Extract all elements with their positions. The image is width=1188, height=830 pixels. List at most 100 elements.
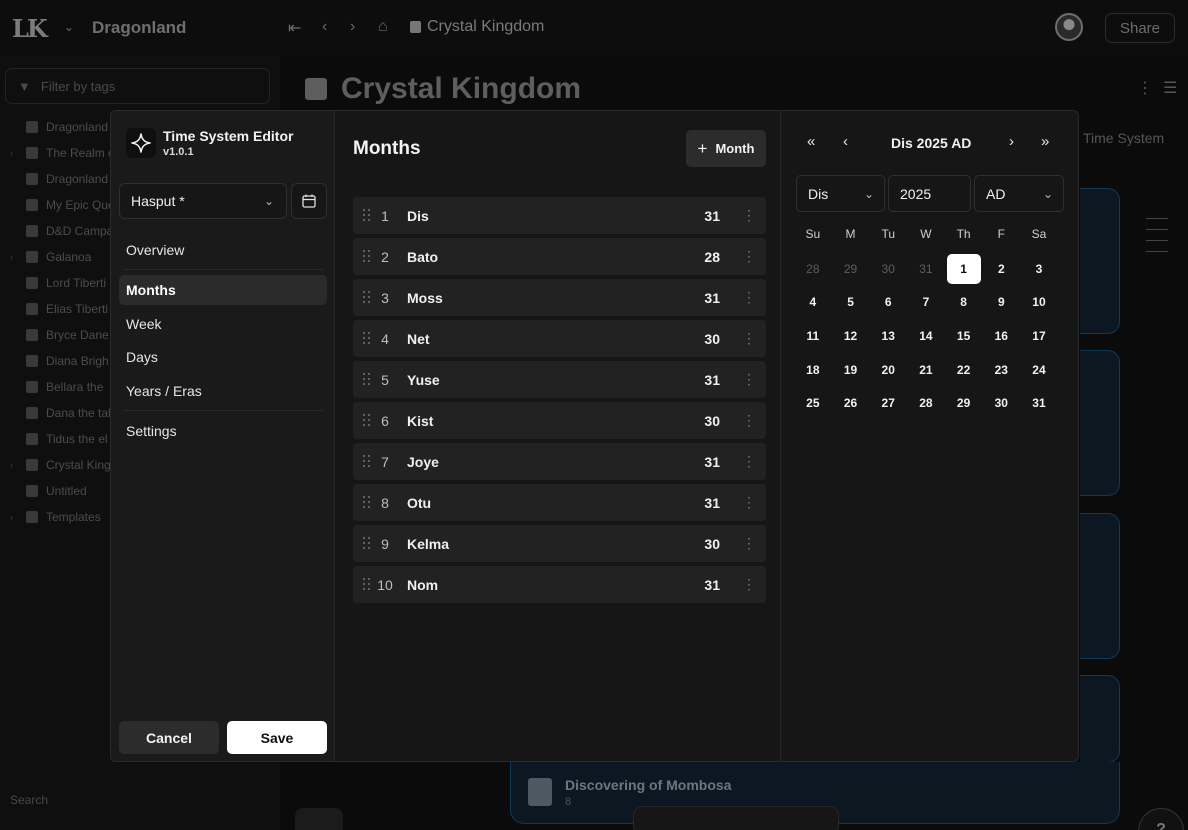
more-options-icon[interactable]: ⋮ [742,248,756,265]
calendar-day[interactable]: 9 [982,287,1020,317]
calendar-day[interactable]: 19 [832,355,870,385]
drag-handle-icon[interactable] [363,291,371,304]
filter-by-tags-input[interactable]: ▼ Filter by tags [5,68,270,104]
back-icon[interactable]: ‹ [322,18,327,36]
month-row[interactable]: 7 Joye 31 ⋮ [353,443,766,480]
forward-icon[interactable]: › [350,18,355,36]
chevron-right-icon[interactable]: › [10,460,13,470]
drag-handle-icon[interactable] [363,537,371,550]
month-row[interactable]: 1 Dis 31 ⋮ [353,197,766,234]
month-row[interactable]: 6 Kist 30 ⋮ [353,402,766,439]
collapse-sidebar-icon[interactable]: ⇤ [288,18,301,38]
more-options-icon[interactable]: ⋮ [1137,78,1153,98]
more-options-icon[interactable]: ⋮ [742,330,756,347]
calendar-day[interactable]: 17 [1020,321,1058,351]
drag-handle-icon[interactable] [363,496,371,509]
month-row[interactable]: 4 Net 30 ⋮ [353,320,766,357]
calendar-day[interactable]: 28 [794,254,832,284]
month-row[interactable]: 10 Nom 31 ⋮ [353,566,766,603]
calendar-day[interactable]: 29 [945,388,983,418]
month-row[interactable]: 2 Bato 28 ⋮ [353,238,766,275]
tab-time-system[interactable]: Time System [1083,130,1164,146]
chevron-right-icon[interactable]: › [10,148,13,158]
more-options-icon[interactable]: ⋮ [742,494,756,511]
calendar-day[interactable]: 30 [982,388,1020,418]
calendar-day[interactable]: 14 [907,321,945,351]
month-row[interactable]: 9 Kelma 30 ⋮ [353,525,766,562]
calendar-day[interactable]: 7 [907,287,945,317]
calendar-day[interactable]: 5 [832,287,870,317]
calendar-day[interactable]: 12 [832,321,870,351]
calendar-day[interactable]: 30 [869,254,907,284]
avatar[interactable] [1055,13,1083,41]
calendar-day[interactable]: 3 [1020,254,1058,284]
save-button[interactable]: Save [227,721,327,754]
calendar-day[interactable]: 31 [1020,388,1058,418]
chevron-right-icon[interactable]: › [10,512,13,522]
nav-week[interactable]: Week [119,309,327,339]
calendar-day[interactable]: 11 [794,321,832,351]
nav-overview[interactable]: Overview [119,235,327,265]
calendar-day[interactable]: 16 [982,321,1020,351]
menu-icon[interactable]: ☰ [1163,78,1177,98]
background-toolbar[interactable] [633,806,839,830]
more-options-icon[interactable]: ⋮ [742,412,756,429]
nav-settings[interactable]: Settings [119,416,327,446]
calendar-day[interactable]: 2 [982,254,1020,284]
more-options-icon[interactable]: ⋮ [742,453,756,470]
month-row[interactable]: 8 Otu 31 ⋮ [353,484,766,521]
drag-handle-icon[interactable] [363,250,371,263]
month-row[interactable]: 5 Yuse 31 ⋮ [353,361,766,398]
workspace-name[interactable]: Dragonland [92,18,186,38]
calendar-day[interactable]: 27 [869,388,907,418]
next-month-icon[interactable]: › [1009,133,1014,150]
cancel-button[interactable]: Cancel [119,721,219,754]
drag-handle-icon[interactable] [363,373,371,386]
drag-handle-icon[interactable] [363,332,371,345]
help-button[interactable]: ? [1138,808,1184,830]
calendar-day[interactable]: 20 [869,355,907,385]
more-options-icon[interactable]: ⋮ [742,289,756,306]
calendar-day[interactable]: 22 [945,355,983,385]
era-select[interactable]: AD ⌄ [974,175,1064,212]
home-icon[interactable]: ⌂ [378,18,388,36]
chevron-down-icon[interactable]: ⌄ [64,20,74,34]
drag-handle-icon[interactable] [363,209,371,222]
year-input[interactable]: 2025 [888,175,971,212]
calendar-day[interactable]: 8 [945,287,983,317]
search-label[interactable]: Search [10,793,48,807]
calendar-day[interactable]: 18 [794,355,832,385]
calendar-day[interactable]: 4 [794,287,832,317]
drag-handle-icon[interactable] [363,578,371,591]
previous-month-icon[interactable]: ‹ [843,133,848,150]
drag-handle-icon[interactable] [363,414,371,427]
share-button[interactable]: Share [1105,13,1175,43]
calendar-day[interactable]: 24 [1020,355,1058,385]
calendar-day[interactable]: 26 [832,388,870,418]
add-month-button[interactable]: + Month [686,130,766,167]
more-options-icon[interactable]: ⋮ [742,576,756,593]
chevron-right-icon[interactable]: › [10,252,13,262]
calendar-day[interactable]: 28 [907,388,945,418]
calendar-day[interactable]: 13 [869,321,907,351]
next-year-icon[interactable]: » [1041,133,1049,150]
more-options-icon[interactable]: ⋮ [742,535,756,552]
calendar-day[interactable]: 6 [869,287,907,317]
calendar-day[interactable]: 23 [982,355,1020,385]
breadcrumb[interactable]: Crystal Kingdom [410,18,544,36]
nav-years-eras[interactable]: Years / Eras [119,376,327,406]
background-button[interactable] [295,808,343,830]
calendar-day[interactable]: 25 [794,388,832,418]
month-select[interactable]: Dis ⌄ [796,175,885,212]
calendar-day[interactable]: 21 [907,355,945,385]
drag-handle-icon[interactable] [363,455,371,468]
calendar-day[interactable]: 10 [1020,287,1058,317]
month-row[interactable]: 3 Moss 31 ⋮ [353,279,766,316]
time-system-select[interactable]: Hasput * ⌄ [119,183,287,219]
calendar-day[interactable]: 31 [907,254,945,284]
calendar-settings-button[interactable] [291,183,327,219]
calendar-day-selected[interactable]: 1 [946,253,981,284]
nav-days[interactable]: Days [119,342,327,372]
calendar-day[interactable]: 29 [832,254,870,284]
calendar-day[interactable]: 15 [945,321,983,351]
